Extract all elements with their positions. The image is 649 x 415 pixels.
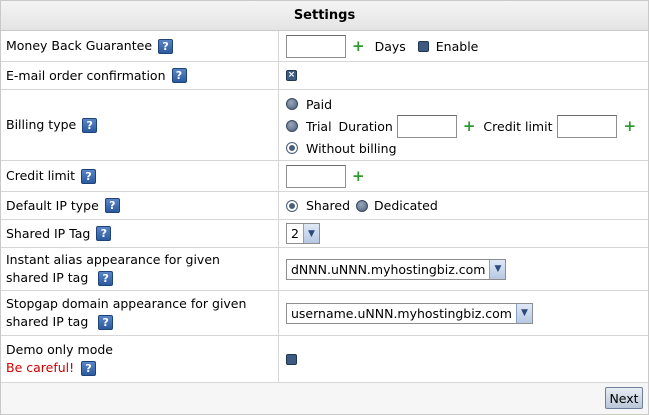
money-back-days-input[interactable] — [286, 34, 346, 58]
row-stopgap-domain: Stopgap domain appearance for given shar… — [1, 291, 648, 336]
instant-alias-label-line1: Instant alias appearance for given — [6, 252, 220, 267]
row-credit-limit: Credit limit ? + — [1, 161, 648, 192]
footer-bar: Next — [1, 383, 648, 414]
demo-mode-label: Demo only mode — [6, 342, 113, 357]
demo-mode-checkbox[interactable] — [286, 353, 297, 365]
panel-title: Settings — [293, 8, 356, 23]
instant-alias-value: dNNN.uNNN.myhostingbiz.com — [291, 261, 486, 277]
chevron-down-icon[interactable]: ▼ — [302, 224, 319, 243]
shared-ip-tag-select[interactable]: 2 ▼ — [286, 223, 320, 244]
plus-icon[interactable]: + — [352, 167, 365, 185]
credit-limit-input[interactable] — [286, 164, 346, 188]
help-icon[interactable]: ? — [96, 226, 112, 241]
help-icon[interactable]: ? — [171, 68, 187, 83]
next-button[interactable]: Next — [605, 387, 643, 409]
credit-limit-label: Credit limit — [6, 168, 76, 183]
demo-warning-text: Be careful! — [6, 360, 75, 375]
default-ip-type-label: Default IP type — [6, 197, 99, 213]
shared-ip-tag-label: Shared IP Tag — [6, 225, 91, 241]
trial-credit-limit-label: Credit limit — [483, 118, 553, 134]
instant-alias-label-line2: shared IP tag — [6, 270, 89, 285]
stopgap-label-line1: Stopgap domain appearance for given — [6, 296, 247, 311]
email-confirm-label: E-mail order confirmation — [6, 67, 166, 83]
ip-shared-label: Shared — [306, 198, 351, 213]
billing-without-label: Without billing — [306, 140, 397, 156]
help-icon[interactable]: ? — [81, 168, 97, 184]
email-confirm-checkbox[interactable]: × — [286, 70, 297, 81]
help-icon[interactable]: ? — [158, 38, 174, 54]
stopgap-select[interactable]: username.uNNN.myhostingbiz.com ▼ — [286, 302, 533, 324]
enable-label: Enable — [435, 38, 479, 54]
stopgap-value: username.uNNN.myhostingbiz.com — [291, 305, 512, 321]
row-email-confirm: E-mail order confirmation ? × — [1, 62, 648, 90]
ip-dedicated-label: Dedicated — [374, 198, 438, 213]
stopgap-label-line2: shared IP tag — [6, 314, 89, 329]
help-icon[interactable]: ? — [81, 361, 97, 376]
row-billing-type: Billing type ? Paid Trial Duration + Cre… — [1, 90, 648, 161]
row-demo-mode: Demo only mode Be careful! ? — [1, 336, 648, 383]
billing-without-radio[interactable] — [286, 142, 298, 154]
settings-panel: Settings Money Back Guarantee ? + Days E… — [0, 0, 649, 415]
help-icon[interactable]: ? — [98, 315, 114, 330]
billing-trial-label: Trial — [306, 118, 332, 134]
billing-trial-radio[interactable] — [286, 120, 298, 132]
days-unit-label: Days — [374, 38, 406, 54]
billing-type-label: Billing type — [6, 117, 77, 132]
enable-checkbox[interactable] — [417, 40, 429, 52]
row-money-back: Money Back Guarantee ? + Days Enable — [1, 31, 648, 62]
chevron-down-icon[interactable]: ▼ — [515, 303, 532, 323]
instant-alias-select[interactable]: dNNN.uNNN.myhostingbiz.com ▼ — [286, 258, 507, 280]
panel-header: Settings — [1, 1, 648, 31]
plus-icon[interactable]: + — [623, 117, 636, 135]
help-icon[interactable]: ? — [98, 271, 114, 286]
row-default-ip-type: Default IP type ? Shared Dedicated — [1, 192, 648, 220]
billing-paid-label: Paid — [306, 96, 333, 112]
shared-ip-tag-value: 2 — [291, 226, 299, 241]
chevron-down-icon[interactable]: ▼ — [489, 259, 506, 279]
ip-shared-radio[interactable] — [286, 199, 298, 212]
duration-label: Duration — [338, 118, 393, 134]
billing-paid-radio[interactable] — [286, 98, 298, 110]
plus-icon[interactable]: + — [463, 117, 476, 135]
trial-duration-input[interactable] — [396, 114, 457, 138]
row-instant-alias: Instant alias appearance for given share… — [1, 248, 648, 291]
trial-credit-limit-input[interactable] — [557, 114, 618, 138]
row-shared-ip-tag: Shared IP Tag ? 2 ▼ — [1, 220, 648, 248]
help-icon[interactable]: ? — [82, 117, 98, 133]
plus-icon[interactable]: + — [352, 37, 365, 55]
ip-dedicated-radio[interactable] — [356, 199, 369, 212]
money-back-label: Money Back Guarantee — [6, 38, 153, 53]
help-icon[interactable]: ? — [104, 198, 120, 213]
